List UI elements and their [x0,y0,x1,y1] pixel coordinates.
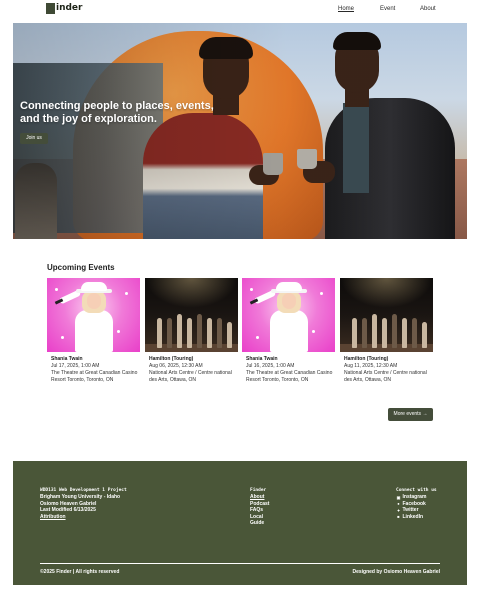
logo-text: inder [56,3,83,13]
dancer [412,318,417,348]
upcoming-events-title: Upcoming Events [47,263,115,272]
dancer [382,318,387,348]
cowboy-hat [276,282,302,291]
logo[interactable]: inder [46,3,82,14]
event-venue: The Theatre at Great Canadian Casino Res… [51,370,138,383]
dancer [372,314,377,348]
footer-social-label: LinkedIn [402,513,424,520]
event-date: Aug 06, 2025, 12:30 AM [149,363,203,369]
hero-title: Connecting people to places, events, and… [20,100,214,125]
event-venue: National Arts Centre / Centre national d… [344,370,427,383]
dancer [402,318,407,348]
singer-body [270,310,308,352]
event-card[interactable]: Hamilton (Touring) Aug 11, 2025, 12:30 A… [340,278,433,388]
event-card[interactable]: Shania Twain Jul 16, 2025, 1:00 AM The T… [242,278,335,388]
hamilton-stage-photo [145,278,238,352]
event-name: Hamilton (Touring) [149,356,194,362]
sparkle [61,336,64,339]
cowboy-hat [81,282,107,291]
hamilton-stage-photo [340,278,433,352]
sparkle [312,330,315,333]
dancer [187,318,192,348]
event-name: Hamilton (Touring) [344,356,389,362]
stage-light [145,278,238,308]
site-header: inder Home Event About [0,0,488,20]
twitter-icon: ✦ [396,507,401,513]
footer-info-column: WDD131 Web Development 1 Project Brigham… [40,488,150,520]
dancer [352,318,357,348]
dancer [197,314,202,348]
dancer [227,322,232,348]
join-us-button[interactable]: Join us [20,133,48,144]
facebook-icon: ● [397,501,400,507]
footer-copyright: ©2025 Finder | All rights reserved [40,569,120,575]
event-name: Shania Twain [51,356,83,362]
site-footer: WDD131 Web Development 1 Project Brigham… [13,461,467,585]
hero-overlay [13,23,467,239]
sparkle [320,292,323,295]
footer-links-column: Finder About Podcast FAQs Local Guide [250,488,310,527]
dancer [157,318,162,348]
nav-home-link[interactable]: Home [338,6,354,12]
sparkle [256,336,259,339]
footer-designed-by: Designed by Osiomo Heaven Gabriel [352,569,440,575]
event-date: Aug 11, 2025, 12:30 AM [344,363,398,369]
singer-face [282,293,296,309]
dancer [177,314,182,348]
singer-face [87,293,101,309]
nav-about-link[interactable]: About [420,6,436,12]
footer-link-linkedin[interactable]: ■ LinkedIn [396,514,456,521]
event-venue: The Theatre at Great Canadian Casino Res… [246,370,333,383]
dancer [167,318,172,348]
dancer [422,322,427,348]
logo-mark-icon [46,3,55,14]
dancer [207,318,212,348]
shania-twain-photo [242,278,335,352]
event-venue: National Arts Centre / Centre national d… [149,370,232,383]
hero-banner: Connecting people to places, events, and… [13,23,467,239]
sparkle [117,330,120,333]
footer-link-guide[interactable]: Guide [250,520,310,527]
footer-social-column: Connect with us ▣ Instagram ● Facebook ✦… [396,488,456,520]
event-card[interactable]: Shania Twain Jul 17, 2025, 1:00 AM The T… [47,278,140,388]
dancer [392,314,397,348]
linkedin-icon: ■ [397,514,400,520]
event-date: Jul 17, 2025, 1:00 AM [51,363,100,369]
more-events-button[interactable]: More events → [388,408,433,421]
sparkle [125,292,128,295]
sparkle [250,288,253,291]
footer-attribution-link[interactable]: Attribution [40,514,150,521]
event-name: Shania Twain [246,356,278,362]
sparkle [55,288,58,291]
instagram-icon: ▣ [396,494,401,500]
events-grid: Shania Twain Jul 17, 2025, 1:00 AM The T… [47,278,437,388]
dancer [362,318,367,348]
dancer [217,318,222,348]
stage-light [340,278,433,308]
event-card[interactable]: Hamilton (Touring) Aug 06, 2025, 12:30 A… [145,278,238,388]
event-date: Jul 16, 2025, 1:00 AM [246,363,295,369]
nav-event-link[interactable]: Event [380,6,395,12]
shania-twain-photo [47,278,140,352]
footer-divider [40,563,440,564]
singer-body [75,310,113,352]
